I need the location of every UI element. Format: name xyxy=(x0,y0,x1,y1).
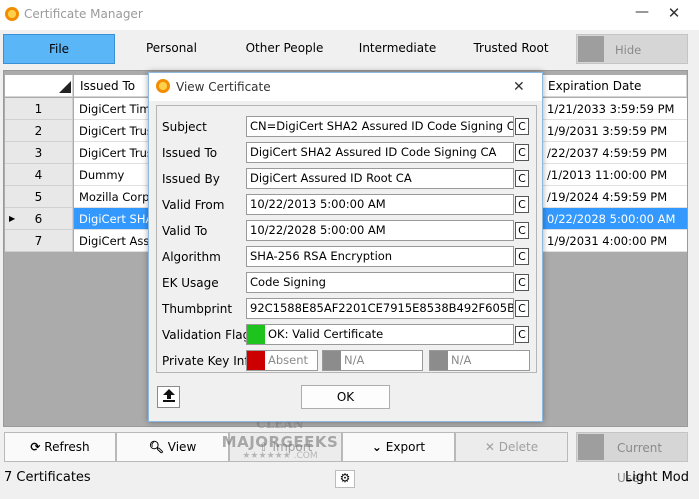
tab-personal[interactable]: Personal xyxy=(115,34,228,64)
cell-issued-to[interactable]: DigiCert Truste xyxy=(74,142,150,164)
app-sun-icon xyxy=(5,7,19,21)
ok-button[interactable]: OK xyxy=(301,385,390,409)
cell-issued-to[interactable]: DigiCert Assure xyxy=(74,230,150,252)
validation-flag-label: Validation Flag xyxy=(162,328,251,342)
tab-other-people[interactable]: Other People xyxy=(228,34,341,64)
private-key-field: Absent xyxy=(246,350,318,371)
refresh-icon: ⟳ xyxy=(30,440,41,454)
copy-valid-to-button[interactable]: C xyxy=(515,222,529,239)
row-number[interactable]: 1 xyxy=(5,98,73,120)
dialog-close-button[interactable]: ✕ xyxy=(513,79,525,95)
row-number-text: 6 xyxy=(34,212,43,226)
issued-by-field[interactable]: DigiCert Assured ID Root CA xyxy=(246,168,514,189)
tab-trusted-root[interactable]: Trusted Root xyxy=(454,34,568,64)
issued-to-label: Issued To xyxy=(162,146,218,160)
ek-usage-field[interactable]: Code Signing xyxy=(246,272,514,293)
private-key-field: N/A xyxy=(322,350,423,371)
grid-corner-header xyxy=(5,75,73,97)
cell-issued-to-selected[interactable]: DigiCert SHA2 xyxy=(74,208,150,230)
validation-flag-field[interactable]: OK: Valid Certificate xyxy=(246,324,514,345)
column-issued-to[interactable]: Issued To xyxy=(74,75,150,97)
row-number-selected[interactable]: ▶ 6 xyxy=(5,208,73,230)
absent-status-swatch xyxy=(247,351,265,370)
copy-thumbprint-button[interactable]: C xyxy=(515,300,529,317)
cell-expiration[interactable]: /22/2037 4:59:59 PM xyxy=(542,142,687,164)
watermark-brand: MAJORGEEKS xyxy=(221,433,339,451)
private-key-label: Private Key Info xyxy=(162,354,256,368)
main-title-bar: Certificate Manager — ✕ xyxy=(0,0,699,30)
validation-flag-text: OK: Valid Certificate xyxy=(268,327,384,341)
algorithm-label: Algorithm xyxy=(162,250,221,264)
cell-expiration[interactable]: /1/2013 11:00:00 PM xyxy=(542,164,687,186)
valid-to-field[interactable]: 10/22/2028 5:00:00 AM xyxy=(246,220,514,241)
cell-expiration[interactable]: /19/2024 4:59:59 PM xyxy=(542,186,687,208)
delete-button[interactable]: ✕ Delete xyxy=(455,432,568,462)
current-user-indicator xyxy=(578,434,604,460)
current-row-arrow-icon: ▶ xyxy=(9,214,16,223)
row-number[interactable]: 5 xyxy=(5,186,73,208)
cell-expiration[interactable]: 1/9/2031 4:00:00 PM xyxy=(542,230,687,252)
certificate-count: 7 Certificates xyxy=(4,470,91,485)
row-number[interactable]: 4 xyxy=(5,164,73,186)
view-certificate-dialog: View Certificate ✕ Subject CN=DigiCert S… xyxy=(148,72,543,422)
issued-to-field[interactable]: DigiCert SHA2 Assured ID Code Signing CA xyxy=(246,142,514,163)
dialog-sun-icon xyxy=(156,79,170,93)
row-number[interactable]: 7 xyxy=(5,230,73,252)
na-status-swatch xyxy=(323,351,341,370)
copy-ek-usage-button[interactable]: C xyxy=(515,274,529,291)
tab-file[interactable]: File xyxy=(3,34,115,64)
hide-archived-toggle[interactable]: Hide Archived xyxy=(576,34,688,87)
thumbprint-field[interactable]: 92C1588E85AF2201CE7915E8538B492F605B80C6 xyxy=(246,298,514,319)
copy-validation-button[interactable]: C xyxy=(515,326,529,343)
current-user-toggle[interactable]: Current User xyxy=(576,432,688,485)
issued-by-label: Issued By xyxy=(162,172,220,186)
copy-valid-from-button[interactable]: C xyxy=(515,196,529,213)
copy-subject-button[interactable]: C xyxy=(515,118,529,135)
valid-status-swatch xyxy=(247,325,265,344)
dialog-title: View Certificate xyxy=(176,80,271,94)
valid-from-label: Valid From xyxy=(162,198,225,212)
valid-from-field[interactable]: 10/22/2013 5:00:00 AM xyxy=(246,194,514,215)
copy-issued-to-button[interactable]: C xyxy=(515,144,529,161)
algorithm-field[interactable]: SHA-256 RSA Encryption xyxy=(246,246,514,267)
cell-expiration[interactable]: 1/21/2033 3:59:59 PM xyxy=(542,98,687,120)
store-tabs: File Personal Other People Intermediate … xyxy=(3,34,568,64)
certificate-details-panel: Subject CN=DigiCert SHA2 Assured ID Code… xyxy=(156,105,537,373)
thumbprint-label: Thumbprint xyxy=(162,302,233,316)
hide-archived-indicator xyxy=(578,36,604,62)
cell-issued-to[interactable]: Mozilla Corpora xyxy=(74,186,150,208)
search-icon: 🔍︎ xyxy=(148,440,164,454)
cell-expiration-selected[interactable]: 0/22/2028 5:00:00 AM xyxy=(542,208,687,230)
delete-x-icon: ✕ xyxy=(484,440,495,454)
cell-issued-to[interactable]: DigiCert Truste xyxy=(74,120,150,142)
copy-algorithm-button[interactable]: C xyxy=(515,248,529,265)
dialog-title-bar: View Certificate ✕ xyxy=(149,73,542,101)
tab-intermediate[interactable]: Intermediate xyxy=(341,34,454,64)
subject-field[interactable]: CN=DigiCert SHA2 Assured ID Code Signing… xyxy=(246,116,514,137)
window-title: Certificate Manager xyxy=(24,7,143,21)
private-key-field: N/A xyxy=(429,350,530,371)
cell-issued-to[interactable]: Dummy xyxy=(74,164,150,186)
row-number[interactable]: 2 xyxy=(5,120,73,142)
refresh-button[interactable]: ⟳ Refresh xyxy=(4,432,116,462)
column-expiration-date[interactable]: Expiration Date xyxy=(542,75,687,97)
na-status-swatch xyxy=(430,351,448,370)
watermark-line: ★★★★★★ .COM xyxy=(242,451,318,461)
row-number[interactable]: 3 xyxy=(5,142,73,164)
chevron-down-icon: ⌄ xyxy=(371,440,382,454)
subject-label: Subject xyxy=(162,120,207,134)
cell-issued-to[interactable]: DigiCert Timest xyxy=(74,98,150,120)
cell-expiration[interactable]: 1/9/2031 3:59:59 PM xyxy=(542,120,687,142)
upload-icon xyxy=(162,389,175,402)
close-window-button[interactable]: ✕ xyxy=(662,4,686,24)
minimize-button[interactable]: — xyxy=(632,4,652,24)
theme-mode-label[interactable]: Light Mod xyxy=(625,470,689,485)
ek-usage-label: EK Usage xyxy=(162,276,219,290)
valid-to-label: Valid To xyxy=(162,224,208,238)
sort-triangle-icon xyxy=(59,81,71,93)
export-certificate-button[interactable] xyxy=(157,386,180,408)
copy-issued-by-button[interactable]: C xyxy=(515,170,529,187)
